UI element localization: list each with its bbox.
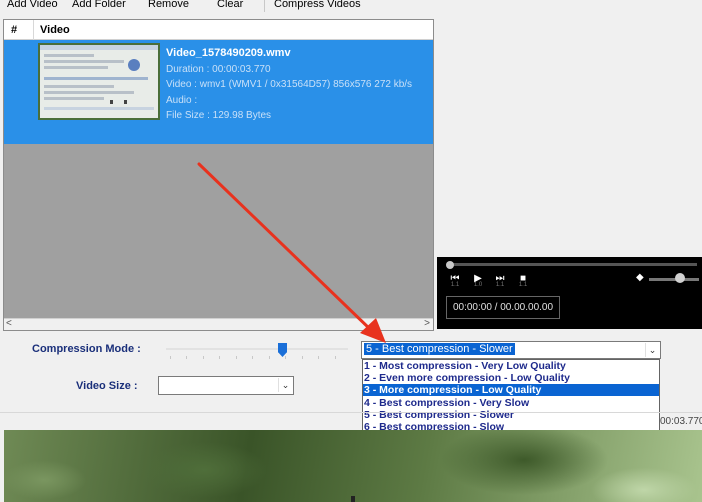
volume-handle[interactable] [675,273,685,283]
compression-option[interactable]: 4 - Best compression - Very Slow [363,397,659,409]
toolbar-separator [264,0,265,12]
column-video-header[interactable]: Video [40,24,70,36]
video-thumbnail [38,43,160,120]
mouse-cursor [351,496,355,502]
clear-button[interactable]: Clear [217,0,243,12]
video-size-label: Video Size : [76,380,138,392]
duration-stamp: 00:03.770 [660,416,702,427]
column-index-header[interactable]: # [11,24,17,36]
video-list-row[interactable]: Video_1578490209.wmv Duration : 00:00:03… [4,40,433,144]
list-header: # Video [4,20,433,40]
stop-icon[interactable]: ■ 1.1 [513,271,533,288]
scroll-right-icon[interactable]: > [424,318,430,329]
compression-slider-track[interactable] [166,348,348,350]
compression-option[interactable]: 3 - More compression - Low Quality [363,384,659,397]
preview-image [4,430,702,502]
compression-slider-thumb[interactable] [278,343,287,357]
compression-mode-select[interactable]: 5 - Best compression - Slower ⌄ [361,341,661,359]
horizontal-scrollbar[interactable]: < > [4,318,433,330]
video-preview [437,19,702,257]
video-size-select[interactable]: ⌄ [158,376,294,395]
compression-option[interactable]: 2 - Even more compression - Low Quality [363,372,659,384]
compression-mode-label: Compression Mode : [32,343,141,355]
compression-mode-value: 5 - Best compression - Slower [364,343,515,355]
remove-button[interactable]: Remove [148,0,189,12]
chevron-down-icon[interactable]: ⌄ [645,343,659,357]
volume-slider[interactable] [649,278,699,281]
chevron-down-icon[interactable]: ⌄ [278,378,292,392]
video-codec: Video : wmv1 (WMV1 / 0x31564D57) 856x576… [166,79,413,90]
scroll-left-icon[interactable]: < [6,318,12,329]
section-divider [0,412,702,413]
add-video-button[interactable]: Add Video [7,0,58,12]
toolbar: Add Video Add Folder Remove Clear Compre… [0,0,702,14]
media-player: ⏮ 1.1 ▶ 1.0 ⏭ 1.1 ■ 1.1 ◆ 00:00:00 / 00.00.0… [437,257,702,329]
skip-next-icon[interactable]: ⏭ 1.1 [490,271,510,288]
volume-icon[interactable]: ◆ [636,272,644,283]
video-filesize: File Size : 129.98 Bytes [166,110,272,121]
compression-option[interactable]: 5 - Best compression - Slower [363,409,659,421]
seek-bar[interactable] [447,263,697,266]
compression-option[interactable]: 1 - Most compression - Very Low Quality [363,360,659,372]
seek-handle[interactable] [446,261,454,269]
video-info: Video_1578490209.wmv Duration : 00:00:03… [166,46,412,124]
column-divider [33,20,34,40]
video-list[interactable]: # Video Video_1578490209.wmv Duration : … [3,19,434,331]
video-filename: Video_1578490209.wmv [166,47,291,59]
player-time: 00:00:00 / 00.00.00.00 [446,296,560,319]
add-folder-button[interactable]: Add Folder [72,0,126,12]
compress-videos-button[interactable]: Compress Videos [274,0,361,12]
video-audio: Audio : [166,94,198,106]
skip-previous-icon[interactable]: ⏮ 1.1 [445,271,465,288]
video-duration: Duration : 00:00:03.770 [166,63,271,75]
play-icon[interactable]: ▶ 1.0 [468,271,488,288]
